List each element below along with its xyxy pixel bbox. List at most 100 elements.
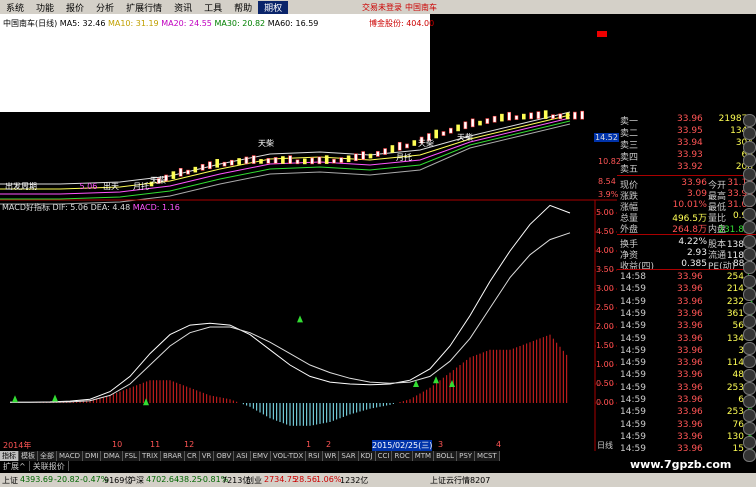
login-status[interactable]: 交易未登录 [362, 2, 402, 13]
indicator-tab[interactable]: WR [322, 451, 340, 461]
macd-signal-marker [143, 398, 149, 406]
menu-item[interactable]: 功能 [30, 1, 60, 14]
price-axis-current: 14.52 [594, 133, 619, 142]
indicator-tab[interactable]: DMI [82, 451, 102, 461]
side-button[interactable] [743, 207, 756, 221]
kline-candle [543, 110, 548, 119]
indicator-tab[interactable]: DMA [101, 451, 123, 461]
side-button[interactable] [743, 114, 756, 127]
kline-candle [251, 155, 256, 164]
indicator-tab[interactable]: CCI [375, 451, 393, 461]
indicator-tab[interactable]: 模板 [19, 451, 38, 461]
side-button[interactable] [743, 422, 756, 436]
stock-name-link[interactable]: 中国南车 [405, 2, 437, 13]
indicator-tab[interactable]: PSY [457, 451, 476, 461]
kline-candle [565, 112, 570, 120]
side-button[interactable] [743, 194, 756, 208]
sh-index-change: -20.82 [54, 475, 80, 484]
side-button[interactable] [743, 154, 756, 168]
indicator-tab[interactable]: MCST [475, 451, 500, 461]
menu-item[interactable]: 系统 [0, 1, 30, 14]
tick-time: 14:59 [620, 382, 646, 393]
indicator-tab[interactable]: 指标 [0, 451, 19, 461]
expand-tab[interactable]: 扩展^ [0, 461, 30, 471]
sz-index-label[interactable]: 沪深 [128, 475, 144, 486]
tick-time: 14:58 [620, 272, 646, 282]
tick-row: 14:5933.963S [617, 346, 756, 358]
side-button[interactable] [743, 288, 756, 302]
dea-line [10, 232, 571, 403]
menu-item[interactable]: 帮助 [228, 1, 258, 14]
menu-item[interactable]: 工具 [198, 1, 228, 14]
side-button[interactable] [743, 221, 756, 235]
indicator-tab[interactable]: VR [199, 451, 215, 461]
server-status: 上证云行情8207 [430, 476, 491, 485]
side-button[interactable] [743, 248, 756, 261]
indicator-tab[interactable]: ASI [234, 451, 251, 461]
orderbook-row: 卖一 33.96 219878 [617, 114, 756, 127]
indicator-tab[interactable]: VOL-TDX [270, 451, 307, 461]
kline-candle [273, 157, 278, 164]
menu-item[interactable]: 报价 [60, 1, 90, 14]
tick-volume: 3 [738, 345, 744, 356]
sh-index-label[interactable]: 上证 [2, 475, 18, 486]
tick-row: 14:5833.96254S [617, 272, 756, 284]
side-button[interactable] [743, 328, 756, 342]
menu-item[interactable]: 资讯 [168, 1, 198, 14]
indicator-tab[interactable]: BRAR [160, 451, 185, 461]
indicator-tab[interactable]: MTM [412, 451, 435, 461]
tick-price: 33.96 [677, 382, 703, 393]
menu-item[interactable]: 期权 [258, 0, 289, 14]
side-button[interactable] [743, 140, 756, 154]
side-button[interactable] [743, 301, 756, 315]
indicator-tab[interactable]: TRIX [139, 451, 161, 461]
side-button[interactable] [743, 395, 756, 409]
indicator-tab[interactable]: FSL [122, 451, 140, 461]
side-button[interactable] [743, 274, 756, 288]
menu-item[interactable]: 扩展行情 [120, 1, 168, 14]
indicator-tab[interactable]: OBV [214, 451, 235, 461]
indicator-tab[interactable]: ROC [392, 451, 413, 461]
side-button[interactable] [743, 408, 756, 422]
side-button[interactable] [743, 368, 756, 382]
kline-candle [230, 159, 234, 166]
tick-price: 33.96 [677, 444, 703, 455]
cy-index-label[interactable]: 创业 [246, 475, 262, 486]
side-button[interactable] [743, 382, 756, 395]
indicator-tab[interactable]: EMV [250, 451, 271, 461]
side-button[interactable] [743, 355, 756, 369]
chart-area[interactable] [0, 14, 617, 451]
expand-tab[interactable]: 关联报价 [30, 461, 69, 471]
kline-candle [507, 111, 512, 121]
quote-value: 2.93 [686, 248, 707, 258]
indicator-tab[interactable]: MACD [57, 451, 83, 461]
indicator-tab[interactable]: 全部 [38, 451, 57, 461]
side-button[interactable] [743, 234, 756, 248]
macd-label: MACD: 1.16 [132, 203, 180, 212]
kline-candle [295, 159, 300, 165]
indicator-tab[interactable]: CR [185, 451, 200, 461]
indicator-tab[interactable]: KDJ [358, 451, 376, 461]
menu-item[interactable]: 分析 [90, 1, 120, 14]
side-button[interactable] [743, 181, 756, 194]
side-button[interactable] [743, 315, 756, 328]
period-mode[interactable]: 日线 [597, 440, 613, 451]
side-button[interactable] [743, 449, 756, 462]
kline-candle [178, 168, 183, 177]
indicator-tab[interactable]: RSI [306, 451, 323, 461]
kline-candle [492, 115, 497, 123]
tick-row: 14:5933.9615S [617, 444, 756, 456]
side-button[interactable] [743, 341, 756, 355]
kline-bottom-label: 出发周期 5.06 [5, 182, 98, 191]
kline-candle [456, 124, 460, 132]
indicator-tab[interactable]: SAR [339, 451, 359, 461]
macd-axis-label: 1.00 [596, 360, 614, 369]
tick-row: 14:5933.96130S [617, 432, 756, 444]
side-button[interactable] [743, 127, 756, 141]
side-button[interactable] [743, 167, 756, 181]
side-button[interactable] [743, 261, 756, 275]
kline-title: 中国南车(日线) [3, 19, 58, 28]
indicator-tab[interactable]: BOLL [434, 451, 458, 461]
side-button[interactable] [743, 435, 756, 449]
ma10-label: MA10: 31.19 [107, 19, 159, 28]
